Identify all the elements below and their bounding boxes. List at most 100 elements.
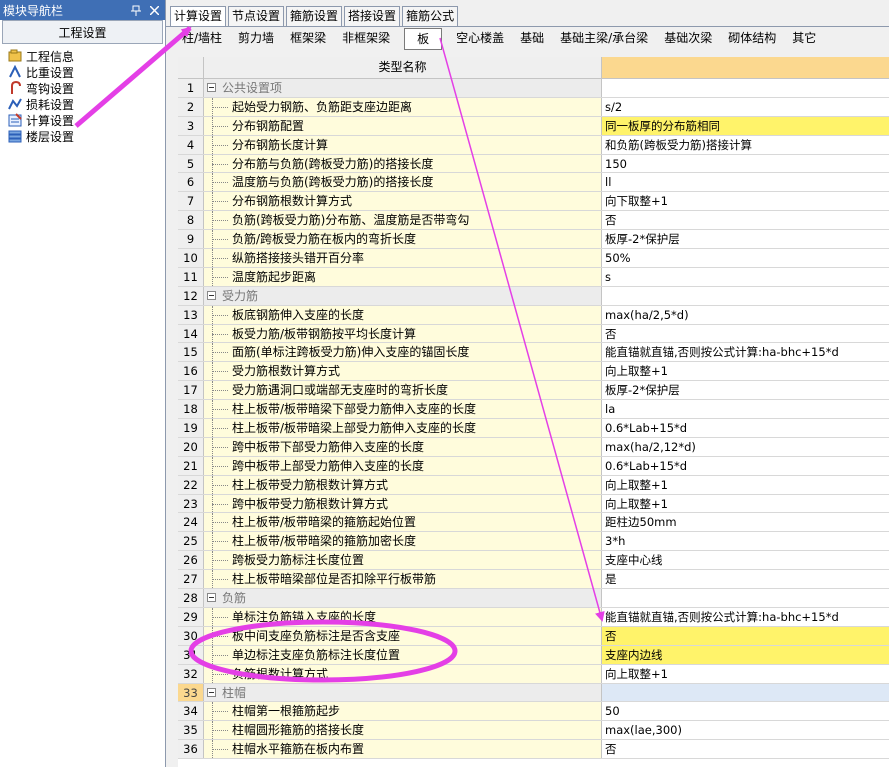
grid-group-row[interactable]: 28 负筋 — [178, 589, 889, 608]
value-cell[interactable]: 支座中心线 — [602, 551, 889, 569]
grid-group-row[interactable]: 12 受力筋 — [178, 286, 889, 306]
value-cell[interactable]: 支座内边线 — [602, 645, 889, 664]
grid-row[interactable]: 21 跨中板带上部受力筋伸入支座的长度 0.6*Lab+15*d — [178, 456, 889, 476]
grid-row[interactable]: 27 柱上板带暗梁部位是否扣除平行板带筋 是 — [178, 570, 889, 590]
value-cell[interactable] — [602, 286, 889, 305]
value-cell[interactable]: 向上取整+1 — [602, 362, 889, 380]
grid-row[interactable]: 32 负筋根数计算方式 向上取整+1 — [178, 664, 889, 684]
value-cell[interactable]: 是 — [602, 570, 889, 588]
value-cell[interactable]: 否 — [602, 211, 889, 229]
grid-row[interactable]: 22 柱上板带受力筋根数计算方式 向上取整+1 — [178, 475, 889, 495]
grid-row[interactable]: 30 板中间支座负筋标注是否含支座 否 — [178, 626, 889, 646]
collapse-icon[interactable] — [207, 593, 216, 603]
value-cell[interactable] — [602, 79, 889, 97]
top-tab[interactable]: 箍筋公式 — [402, 6, 459, 26]
grid-row[interactable]: 16 受力筋根数计算方式 向上取整+1 — [178, 362, 889, 382]
top-tab[interactable]: 箍筋设置 — [286, 6, 343, 26]
value-cell[interactable]: 50 — [602, 702, 889, 720]
grid-row[interactable]: 3 分布钢筋配置 同一板厚的分布筋相同 — [178, 116, 889, 136]
nav-item[interactable]: 弯钩设置 — [0, 80, 165, 96]
grid-row[interactable]: 10 纵筋搭接接头错开百分率 50% — [178, 249, 889, 268]
grid-row[interactable]: 19 柱上板带/板带暗梁上部受力筋伸入支座的长度 0.6*Lab+15*d — [178, 419, 889, 438]
grid-row[interactable]: 18 柱上板带/板带暗梁下部受力筋伸入支座的长度 la — [178, 400, 889, 420]
grid-group-row[interactable]: 33 柱帽 — [178, 683, 889, 703]
grid-row[interactable]: 6 温度筋与负筋(跨板受力筋)的搭接长度 ll — [178, 173, 889, 193]
grid-row[interactable]: 8 负筋(跨板受力筋)分布筋、温度筋是否带弯勾 否 — [178, 211, 889, 231]
value-cell[interactable]: 向上取整+1 — [602, 665, 889, 683]
grid-row[interactable]: 15 面筋(单标注跨板受力筋)伸入支座的锚固长度 能直锚就直锚,否则按公式计算:ha… — [178, 343, 889, 363]
component-tab[interactable]: 基础 — [512, 28, 552, 48]
value-cell[interactable]: 板厚-2*保护层 — [602, 230, 889, 248]
value-cell[interactable] — [602, 683, 889, 702]
value-cell[interactable]: 否 — [602, 325, 889, 343]
component-tab[interactable]: 砌体结构 — [720, 28, 784, 48]
grid-row[interactable]: 4 分布钢筋长度计算 和负筋(跨板受力筋)搭接计算 — [178, 135, 889, 155]
value-cell[interactable]: 50% — [602, 249, 889, 267]
top-tab[interactable]: 搭接设置 — [344, 6, 401, 26]
component-tab[interactable]: 板 — [404, 28, 443, 50]
value-cell[interactable]: 向下取整+1 — [602, 192, 889, 210]
value-cell[interactable]: 0.6*Lab+15*d — [602, 419, 889, 437]
collapse-icon[interactable] — [207, 687, 216, 697]
nav-item[interactable]: 比重设置 — [0, 64, 165, 80]
grid-row[interactable]: 36 柱帽水平箍筋在板内布置 否 — [178, 740, 889, 760]
value-cell[interactable]: 同一板厚的分布筋相同 — [602, 116, 889, 135]
value-cell[interactable]: max(ha/2,12*d) — [602, 438, 889, 456]
grid-row[interactable]: 5 分布筋与负筋(跨板受力筋)的搭接长度 150 — [178, 154, 889, 174]
close-icon[interactable] — [147, 3, 161, 17]
grid-row[interactable]: 7 分布钢筋根数计算方式 向下取整+1 — [178, 192, 889, 212]
value-cell[interactable]: 向上取整+1 — [602, 476, 889, 494]
component-tab[interactable]: 空心楼盖 — [448, 28, 512, 48]
component-tab[interactable]: 非框架梁 — [334, 28, 398, 48]
value-cell[interactable]: max(lae,300) — [602, 721, 889, 739]
top-tab[interactable]: 计算设置 — [170, 6, 227, 27]
grid-row[interactable]: 31 单边标注支座负筋标注长度位置 支座内边线 — [178, 645, 889, 665]
value-cell[interactable]: ll — [602, 173, 889, 191]
grid-row[interactable]: 34 柱帽第一根箍筋起步 50 — [178, 702, 889, 722]
collapse-icon[interactable] — [207, 290, 216, 300]
grid-row[interactable]: 26 跨板受力筋标注长度位置 支座中心线 — [178, 551, 889, 571]
grid-row[interactable]: 20 跨中板带下部受力筋伸入支座的长度 max(ha/2,12*d) — [178, 437, 889, 457]
grid-row[interactable]: 23 跨中板带受力筋根数计算方式 向上取整+1 — [178, 494, 889, 514]
grid-row[interactable]: 14 板受力筋/板带钢筋按平均长度计算 否 — [178, 324, 889, 344]
grid-row[interactable]: 35 柱帽圆形箍筋的搭接长度 max(lae,300) — [178, 721, 889, 741]
value-cell[interactable]: 能直锚就直锚,否则按公式计算:ha-bhc+15*d — [602, 343, 889, 361]
component-tab[interactable]: 基础主梁/承台梁 — [552, 28, 656, 48]
component-tab[interactable]: 剪力墙 — [230, 28, 282, 48]
grid-row[interactable]: 29 单标注负筋锚入支座的长度 能直锚就直锚,否则按公式计算:ha-bhc+15*d — [178, 607, 889, 627]
value-cell[interactable]: 和负筋(跨板受力筋)搭接计算 — [602, 136, 889, 154]
component-tab[interactable]: 柱/墙柱 — [174, 28, 230, 48]
grid-row[interactable]: 17 受力筋遇洞口或端部无支座时的弯折长度 板厚-2*保护层 — [178, 381, 889, 401]
value-cell[interactable]: 能直锚就直锚,否则按公式计算:ha-bhc+15*d — [602, 608, 889, 626]
value-cell[interactable]: 否 — [602, 626, 889, 645]
grid-row[interactable]: 25 柱上板带/板带暗梁的箍筋加密长度 3*h — [178, 532, 889, 552]
component-tab[interactable]: 框架梁 — [282, 28, 334, 48]
value-cell[interactable]: la — [602, 400, 889, 418]
value-cell[interactable]: 3*h — [602, 532, 889, 550]
value-cell[interactable]: 向上取整+1 — [602, 495, 889, 513]
value-cell[interactable]: s — [602, 268, 889, 286]
value-cell[interactable]: 否 — [602, 740, 889, 758]
value-cell[interactable]: 距柱边50mm — [602, 513, 889, 531]
nav-item[interactable]: 计算设置 — [0, 112, 165, 128]
grid-row[interactable]: 2 起始受力钢筋、负筋距支座边距离 s/2 — [178, 97, 889, 117]
grid-row[interactable]: 9 负筋/跨板受力筋在板内的弯折长度 板厚-2*保护层 — [178, 230, 889, 250]
grid-row[interactable]: 13 板底钢筋伸入支座的长度 max(ha/2,5*d) — [178, 305, 889, 325]
collapse-icon[interactable] — [207, 83, 216, 92]
component-tab[interactable]: 基础次梁 — [656, 28, 720, 48]
pin-icon[interactable] — [129, 3, 143, 17]
nav-item[interactable]: 楼层设置 — [0, 128, 165, 144]
grid-row[interactable]: 24 柱上板带/板带暗梁的箍筋起始位置 距柱边50mm — [178, 513, 889, 533]
value-cell[interactable]: 150 — [602, 155, 889, 173]
value-cell[interactable]: max(ha/2,5*d) — [602, 306, 889, 324]
nav-item[interactable]: 工程信息 — [0, 48, 165, 64]
nav-item[interactable]: 损耗设置 — [0, 96, 165, 112]
grid-row[interactable]: 11 温度筋起步距离 s — [178, 267, 889, 287]
navigator-section-header[interactable]: 工程设置 — [2, 20, 163, 44]
value-cell[interactable]: 板厚-2*保护层 — [602, 381, 889, 399]
value-cell[interactable]: s/2 — [602, 98, 889, 116]
value-cell[interactable]: 0.6*Lab+15*d — [602, 457, 889, 475]
component-tab[interactable]: 其它 — [784, 28, 824, 48]
grid-group-row[interactable]: 1 公共设置项 — [178, 79, 889, 98]
top-tab[interactable]: 节点设置 — [228, 6, 285, 26]
